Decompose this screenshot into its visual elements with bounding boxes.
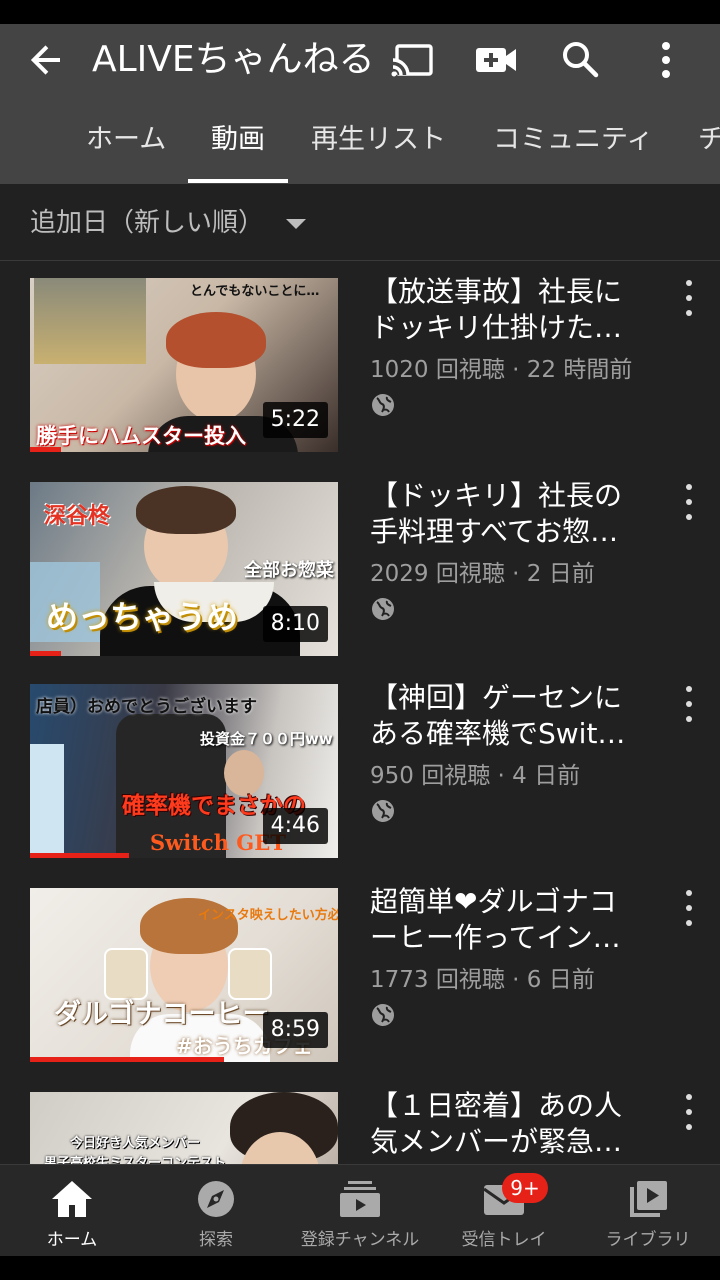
video-meta: 2029 回視聴 · 2 日前 <box>370 561 595 587</box>
video-thumbnail[interactable]: とんでもないことに… 勝手にハムスター投入 5:22 <box>30 278 338 452</box>
system-nav-bar <box>0 1256 720 1280</box>
video-thumbnail[interactable]: インスタ映えしたい方必見 ダルゴナコーヒー #おうちカフェ 8:59 <box>30 888 338 1062</box>
video-item[interactable]: とんでもないことに… 勝手にハムスター投入 5:22 【放送事故】社長に ドッキ… <box>0 262 720 452</box>
video-item[interactable]: 今日好き人気メンバー 男子高校生ミスターコンテスト 【１日密着】あの人 気メンバ… <box>0 1076 720 1164</box>
bottom-navigation: ホーム 探索 登録チャンネル 受信トレイ 9+ ライブラリ <box>0 1164 720 1257</box>
home-icon <box>50 1179 94 1219</box>
nav-label: 受信トレイ <box>461 1230 547 1250</box>
subscriptions-icon <box>338 1179 382 1219</box>
video-title-line: 超簡単❤ダルゴナコ <box>370 885 617 918</box>
back-arrow-icon[interactable] <box>24 38 68 82</box>
sort-dropdown[interactable]: 追加日（新しい順） <box>0 184 720 261</box>
video-title[interactable]: 【神回】ゲーセンに ある確率機でSwit… <box>370 680 650 752</box>
video-meta: 1020 回視聴 · 22 時間前 <box>370 357 633 383</box>
video-menu-button[interactable] <box>678 280 700 316</box>
video-thumbnail[interactable]: 深谷柊 全部お惣菜 めっちゃうめ 8:10 <box>30 482 338 656</box>
search-icon[interactable] <box>556 36 604 84</box>
video-duration: 8:10 <box>262 606 328 642</box>
video-title[interactable]: 【放送事故】社長に ドッキリ仕掛けた… <box>370 274 650 346</box>
tab-channels[interactable]: チ <box>698 112 720 184</box>
globe-icon <box>370 798 396 824</box>
nav-explore[interactable]: 探索 <box>144 1165 288 1257</box>
dropdown-arrow-icon <box>286 219 306 229</box>
thumbnail-text: めっちゃうめ <box>46 598 239 636</box>
tab-home[interactable]: ホーム <box>86 112 166 184</box>
video-title-line: ある確率機でSwit… <box>370 717 626 750</box>
video-title-line: 【放送事故】社長に <box>370 275 623 308</box>
video-title-line: 【神回】ゲーセンに <box>370 681 623 714</box>
video-meta: 950 回視聴 · 4 日前 <box>370 763 581 789</box>
nav-label: ホーム <box>46 1230 98 1250</box>
cast-icon[interactable] <box>388 36 436 84</box>
globe-icon <box>370 392 396 418</box>
video-thumbnail[interactable]: 今日好き人気メンバー 男子高校生ミスターコンテスト <box>30 1092 338 1164</box>
channel-tabs: ホーム 動画 再生リスト コミュニティ チ <box>0 112 720 184</box>
video-item[interactable]: 深谷柊 全部お惣菜 めっちゃうめ 8:10 【ドッキリ】社長の 手料理すべてお惣… <box>0 466 720 656</box>
video-title[interactable]: 【ドッキリ】社長の 手料理すべてお惣… <box>370 478 650 550</box>
thumbnail-text: 店員）おめでとうございます <box>36 697 257 717</box>
watch-progress-bar <box>30 447 61 452</box>
status-bar <box>0 0 720 24</box>
app-bar: ALIVEちゃんねる ホーム 動画 再生リスト コミュニティ チ <box>0 24 720 184</box>
video-item[interactable]: インスタ映えしたい方必見 ダルゴナコーヒー #おうちカフェ 8:59 超簡単❤ダ… <box>0 872 720 1062</box>
watch-progress-bar <box>30 1057 225 1062</box>
active-tab-indicator <box>188 179 288 183</box>
nav-home[interactable]: ホーム <box>0 1165 144 1257</box>
camera-icon[interactable] <box>472 36 520 84</box>
video-duration: 4:46 <box>262 808 328 844</box>
nav-library[interactable]: ライブラリ <box>576 1165 720 1257</box>
thumbnail-text: 投資金７００円ww <box>200 730 333 748</box>
channel-title: ALIVEちゃんねる <box>92 39 375 80</box>
video-title-line: 【１日密着】あの人 <box>370 1089 623 1122</box>
watch-progress-bar <box>30 853 129 858</box>
thumbnail-text: ダルゴナコーヒー <box>54 999 270 1030</box>
compass-icon <box>194 1179 238 1219</box>
tab-playlists[interactable]: 再生リスト <box>311 112 446 184</box>
thumbnail-text: 勝手にハムスター投入 <box>36 424 246 448</box>
more-vert-icon[interactable] <box>642 36 690 84</box>
video-title-line: ドッキリ仕掛けた… <box>370 311 623 344</box>
thumbnail-text: 男子高校生ミスターコンテスト <box>44 1156 227 1164</box>
video-title[interactable]: 【１日密着】あの人 気メンバーが緊急… <box>370 1088 650 1160</box>
video-menu-button[interactable] <box>678 686 700 722</box>
thumbnail-text: とんでもないことに… <box>190 284 320 299</box>
video-thumbnail[interactable]: 店員）おめでとうございます 投資金７００円ww 確率機でまさかの Switch … <box>30 684 338 858</box>
nav-label: 探索 <box>199 1230 233 1250</box>
globe-icon <box>370 596 396 622</box>
video-title-line: ーヒー作ってイン… <box>370 921 621 954</box>
video-duration: 8:59 <box>262 1012 328 1048</box>
video-title-line: 【ドッキリ】社長の <box>370 479 623 512</box>
video-title[interactable]: 超簡単❤ダルゴナコ ーヒー作ってイン… <box>370 884 650 956</box>
video-duration: 5:22 <box>262 402 328 438</box>
thumbnail-text: インスタ映えしたい方必見 <box>198 908 338 923</box>
tab-videos[interactable]: 動画 <box>211 112 265 184</box>
nav-label: ライブラリ <box>605 1230 691 1250</box>
thumbnail-text: 今日好き人気メンバー <box>70 1136 201 1151</box>
thumbnail-text: 全部お惣菜 <box>244 560 334 581</box>
tab-community[interactable]: コミュニティ <box>493 112 653 184</box>
video-menu-button[interactable] <box>678 484 700 520</box>
thumbnail-text: 深谷柊 <box>44 504 111 529</box>
video-meta: 1773 回視聴 · 6 日前 <box>370 967 595 993</box>
nav-subscriptions[interactable]: 登録チャンネル <box>288 1165 432 1257</box>
notification-badge: 9+ <box>502 1173 548 1203</box>
library-icon <box>626 1179 670 1219</box>
video-title-line: 手料理すべてお惣… <box>370 515 619 548</box>
sort-label: 追加日（新しい順） <box>30 208 265 238</box>
video-menu-button[interactable] <box>678 1094 700 1130</box>
video-item[interactable]: 店員）おめでとうございます 投資金７００円ww 確率機でまさかの Switch … <box>0 668 720 858</box>
watch-progress-bar <box>30 651 61 656</box>
video-menu-button[interactable] <box>678 890 700 926</box>
nav-label: 登録チャンネル <box>300 1230 420 1250</box>
video-title-line: 気メンバーが緊急… <box>370 1125 623 1158</box>
globe-icon <box>370 1002 396 1028</box>
